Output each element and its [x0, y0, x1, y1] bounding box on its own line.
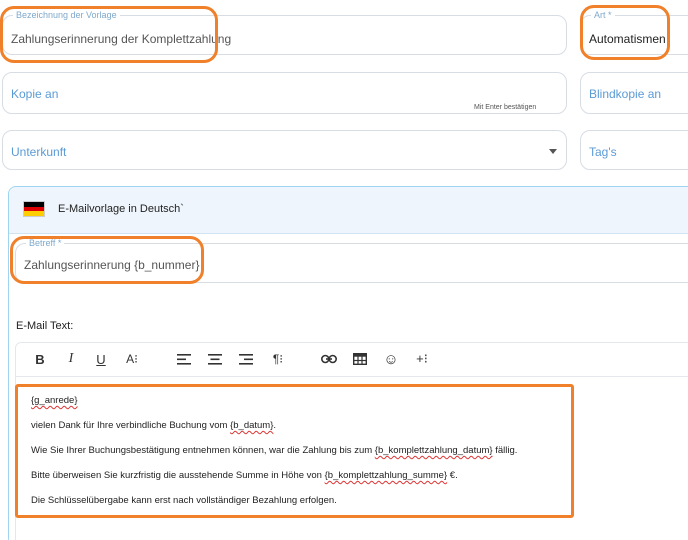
email-body-editor[interactable] [15, 376, 688, 540]
cc-hint: Mit Enter bestätigen [474, 104, 537, 111]
body-line-thanks-end: . [273, 420, 277, 431]
subject-label: Betreff * [26, 237, 65, 249]
body-line-transfer-end: €. [447, 470, 458, 481]
body-var-komplettzahlung-summe: {b_komplettzahlung_summe} [324, 470, 448, 481]
art-label: Art * [591, 9, 615, 21]
tags-placeholder: Tag's [589, 145, 617, 159]
tags-field[interactable]: Tag's [580, 130, 688, 170]
art-field[interactable]: Art * Automatismen [580, 9, 688, 55]
body-line-thanks-text: vielen Dank für Ihre verbindliche Buchun… [31, 420, 231, 431]
emoji-icon[interactable]: ☺ [382, 349, 400, 369]
cc-placeholder: Kopie an [11, 87, 59, 101]
body-line-due-text: Wie Sie Ihrer Buchungsbestätigung entneh… [31, 445, 375, 456]
body-line-transfer-text: Bitte überweisen Sie kurzfristig die aus… [31, 470, 325, 481]
underline-icon[interactable]: U [94, 349, 108, 369]
german-flag-icon [23, 201, 45, 217]
link-icon[interactable] [320, 349, 338, 369]
body-line-salutation: {g_anrede} [31, 395, 78, 406]
email-text-label: E-Mail Text: [16, 320, 74, 332]
chevron-down-icon[interactable] [549, 149, 557, 154]
align-right-icon[interactable] [238, 349, 254, 369]
accommodation-select[interactable]: Unterkunft [2, 130, 567, 170]
bcc-placeholder: Blindkopie an [589, 87, 662, 101]
font-size-icon[interactable]: A⁝ [122, 349, 142, 369]
art-value[interactable]: Automatismen [589, 32, 666, 46]
align-left-icon[interactable] [176, 349, 192, 369]
body-line-keys: Die Schlüsselübergabe kann erst nach vol… [31, 495, 337, 506]
template-name-value[interactable]: Zahlungserinnerung der Komplettzahlung [11, 32, 231, 46]
template-name-field[interactable]: Bezeichnung der Vorlage Zahlungserinneru… [2, 9, 567, 55]
subject-value[interactable]: Zahlungserinnerung {b_nummer} [24, 258, 199, 272]
body-line-due-end: fällig. [492, 445, 518, 456]
body-line-due: Wie Sie Ihrer Buchungsbestätigung entneh… [31, 445, 517, 456]
subject-field[interactable]: Betreff * Zahlungserinnerung {b_nummer} [15, 237, 688, 283]
template-name-label: Bezeichnung der Vorlage [13, 9, 120, 21]
bcc-field[interactable]: Blindkopie an [580, 72, 688, 114]
language-panel-title: E-Mailvorlage in Deutsch` [58, 203, 184, 215]
bold-icon[interactable]: B [33, 349, 47, 369]
body-var-b-datum: {b_datum} [230, 420, 274, 431]
align-center-icon[interactable] [207, 349, 223, 369]
italic-icon[interactable]: I [64, 349, 78, 369]
table-icon[interactable] [351, 349, 369, 369]
body-line-transfer: Bitte überweisen Sie kurzfristig die aus… [31, 470, 458, 481]
body-var-komplettzahlung-datum: {b_komplettzahlung_datum} [374, 445, 493, 456]
accommodation-placeholder: Unterkunft [11, 145, 67, 159]
body-line-thanks: vielen Dank für Ihre verbindliche Buchun… [31, 420, 276, 431]
insert-more-icon[interactable]: +⁝ [412, 349, 432, 369]
paragraph-format-icon[interactable]: ¶⁝ [268, 349, 288, 369]
